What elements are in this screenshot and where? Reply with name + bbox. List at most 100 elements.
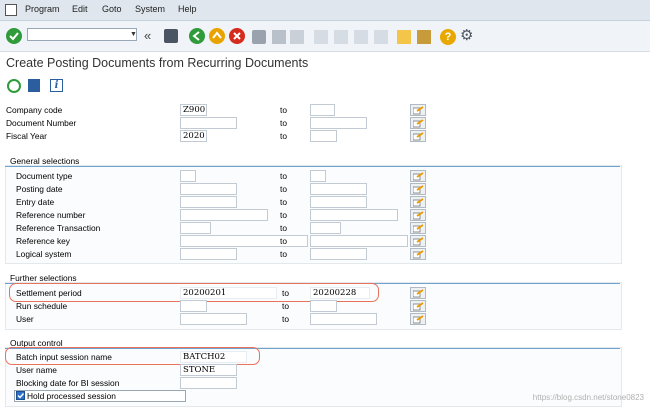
save-icon[interactable] — [164, 29, 178, 43]
back-icon[interactable] — [189, 28, 205, 44]
enter-check-icon[interactable] — [6, 28, 22, 44]
multiple-selection-button[interactable] — [410, 235, 426, 247]
multiple-selection-button[interactable] — [410, 313, 426, 325]
find-icon[interactable] — [272, 30, 286, 44]
to-label: to — [280, 171, 287, 181]
logical-system-to-input[interactable] — [310, 248, 367, 260]
variant-list-icon[interactable] — [28, 79, 40, 92]
create-session-icon[interactable] — [397, 30, 411, 44]
hold-processed-session-label: Hold processed session — [27, 391, 116, 401]
entry-date-label: Entry date — [16, 197, 55, 207]
blocking-date-label: Blocking date for BI session — [16, 378, 120, 388]
reference-transaction-label: Reference Transaction — [16, 223, 101, 233]
next-page-icon[interactable] — [354, 30, 368, 44]
back-double-chevron-icon[interactable]: « — [144, 29, 151, 42]
last-page-icon[interactable] — [374, 30, 388, 44]
help-icon[interactable]: ? — [440, 29, 456, 45]
reference-transaction-to-input[interactable] — [310, 222, 341, 234]
multiple-selection-button[interactable] — [410, 104, 426, 116]
user-from-input[interactable] — [180, 313, 247, 325]
window-menu-icon[interactable] — [5, 4, 17, 16]
fiscal-year-from-input[interactable]: 2020 — [180, 130, 207, 142]
reference-key-from-input[interactable] — [180, 235, 308, 247]
menu-help[interactable]: Help — [178, 4, 197, 14]
menu-bar: Program Edit Goto System Help — [0, 0, 650, 21]
multiple-selection-button[interactable] — [410, 222, 426, 234]
posting-date-to-input[interactable] — [310, 183, 367, 195]
further-selections-title: Further selections — [10, 273, 77, 283]
first-page-icon[interactable] — [314, 30, 328, 44]
chevron-down-icon[interactable]: ▼ — [130, 31, 137, 38]
print-icon[interactable] — [252, 30, 266, 44]
hold-processed-session-checkbox[interactable] — [16, 391, 25, 400]
to-label: to — [280, 105, 287, 115]
reference-number-to-input[interactable] — [310, 209, 398, 221]
posting-date-label: Posting date — [16, 184, 63, 194]
menu-system[interactable]: System — [135, 4, 165, 14]
menu-goto[interactable]: Goto — [102, 4, 122, 14]
reference-transaction-from-input[interactable] — [180, 222, 211, 234]
settings-gear-icon[interactable]: ⚙ — [460, 28, 473, 44]
blocking-date-input[interactable] — [180, 377, 237, 389]
multiple-selection-button[interactable] — [410, 287, 426, 299]
info-icon[interactable]: i — [50, 79, 63, 92]
exit-icon[interactable] — [209, 28, 225, 44]
menu-program[interactable]: Program — [25, 4, 60, 14]
multiple-selection-button[interactable] — [410, 300, 426, 312]
reference-key-label: Reference key — [16, 236, 70, 246]
menu-edit[interactable]: Edit — [72, 4, 88, 14]
cancel-icon[interactable] — [229, 28, 245, 44]
to-label: to — [280, 236, 287, 246]
company-code-to-input[interactable] — [310, 104, 335, 116]
to-label: to — [280, 210, 287, 220]
highlight-annotation — [5, 347, 260, 365]
user-name-label: User name — [16, 365, 57, 375]
entry-date-from-input[interactable] — [180, 196, 237, 208]
reference-key-to-input[interactable] — [310, 235, 408, 247]
document-type-label: Document type — [16, 171, 73, 181]
run-schedule-from-input[interactable] — [180, 300, 207, 312]
company-code-from-input[interactable]: Z900 — [180, 104, 207, 116]
run-schedule-label: Run schedule — [16, 301, 68, 311]
multiple-selection-button[interactable] — [410, 248, 426, 260]
multiple-selection-button[interactable] — [410, 183, 426, 195]
multiple-selection-button[interactable] — [410, 130, 426, 142]
section-divider — [5, 166, 620, 167]
reference-number-from-input[interactable] — [180, 209, 268, 221]
multiple-selection-button[interactable] — [410, 196, 426, 208]
document-type-to-input[interactable] — [310, 170, 326, 182]
multiple-selection-button[interactable] — [410, 209, 426, 221]
watermark-text: https://blog.csdn.net/stone0823 — [532, 393, 644, 402]
to-label: to — [280, 118, 287, 128]
previous-page-icon[interactable] — [334, 30, 348, 44]
document-number-to-input[interactable] — [310, 117, 367, 129]
to-label: to — [282, 314, 289, 324]
user-to-input[interactable] — [310, 313, 377, 325]
document-number-label: Document Number — [6, 118, 77, 128]
execute-clock-icon[interactable] — [7, 79, 21, 93]
run-schedule-to-input[interactable] — [310, 300, 337, 312]
to-label: to — [280, 197, 287, 207]
to-label: to — [280, 249, 287, 259]
document-type-from-input[interactable] — [180, 170, 196, 182]
generate-shortcut-icon[interactable] — [417, 30, 431, 44]
entry-date-to-input[interactable] — [310, 196, 367, 208]
find-next-icon[interactable] — [290, 30, 304, 44]
user-label: User — [16, 314, 34, 324]
to-label: to — [280, 223, 287, 233]
to-label: to — [280, 184, 287, 194]
page-title: Create Posting Documents from Recurring … — [6, 56, 309, 70]
user-name-input[interactable]: STONE — [180, 364, 237, 376]
fiscal-year-to-input[interactable] — [310, 130, 337, 142]
logical-system-from-input[interactable] — [180, 248, 237, 260]
document-number-from-input[interactable] — [180, 117, 237, 129]
command-field[interactable] — [27, 28, 137, 41]
fiscal-year-label: Fiscal Year — [6, 131, 47, 141]
company-code-label: Company code — [6, 105, 63, 115]
to-label: to — [280, 131, 287, 141]
reference-number-label: Reference number — [16, 210, 86, 220]
general-selections-title: General selections — [10, 156, 80, 166]
posting-date-from-input[interactable] — [180, 183, 237, 195]
multiple-selection-button[interactable] — [410, 117, 426, 129]
multiple-selection-button[interactable] — [410, 170, 426, 182]
